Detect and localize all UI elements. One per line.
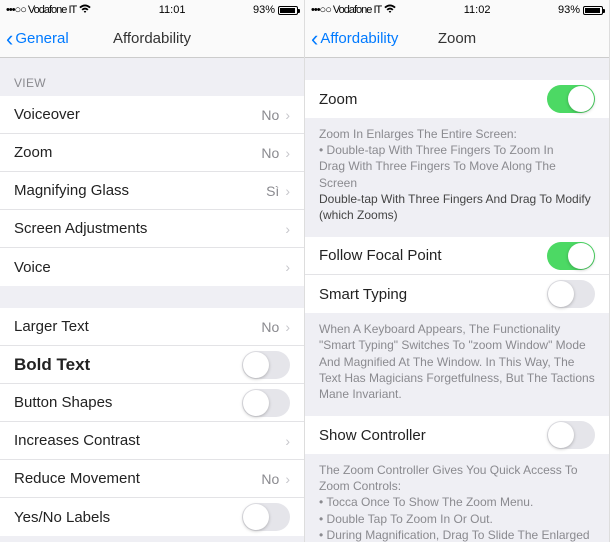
chevron-right-icon: ›: [285, 433, 290, 449]
back-label: Affordability: [320, 30, 398, 47]
chevron-right-icon: ›: [285, 145, 290, 161]
row-button-shapes[interactable]: Button Shapes: [0, 384, 304, 422]
row-increases-contrast[interactable]: Increases Contrast ›: [0, 422, 304, 460]
left-screen: •••○○ Vodafone IT 11:01 93% ‹ General Af…: [0, 0, 305, 542]
chevron-right-icon: ›: [285, 471, 290, 487]
smart-typing-help: When A Keyboard Appears, The Functionali…: [305, 313, 609, 416]
status-bar: •••○○ Vodafone IT 11:01 93%: [0, 0, 304, 20]
battery-pct: 93%: [253, 4, 275, 16]
status-time: 11:01: [91, 4, 253, 16]
row-voice[interactable]: Voice ›: [0, 248, 304, 286]
battery-icon: [278, 6, 298, 15]
battery-icon: [583, 6, 603, 15]
signal-dots: •••○○ Vodafone IT: [6, 4, 76, 16]
section-header-view: VIEW: [0, 58, 304, 96]
yes-no-labels-toggle[interactable]: [242, 503, 290, 531]
zoom-help-text: Zoom In Enlarges The Entire Screen: • Do…: [305, 118, 609, 237]
chevron-left-icon: ‹: [6, 28, 13, 50]
row-follow-focal-point[interactable]: Follow Focal Point: [305, 237, 609, 275]
settings-list[interactable]: VIEW Voiceover No › Zoom No › Magnifying…: [0, 58, 304, 542]
button-shapes-toggle[interactable]: [242, 389, 290, 417]
chevron-left-icon: ‹: [311, 28, 318, 50]
show-controller-toggle[interactable]: [547, 421, 595, 449]
back-label: General: [15, 30, 68, 47]
row-magnifying-glass[interactable]: Magnifying Glass Sì ›: [0, 172, 304, 210]
settings-list[interactable]: Zoom Zoom In Enlarges The Entire Screen:…: [305, 58, 609, 542]
controller-help-text: The Zoom Controller Gives You Quick Acce…: [305, 454, 609, 542]
row-zoom[interactable]: Zoom No ›: [0, 134, 304, 172]
signal-dots: •••○○ Vodafone IT: [311, 4, 381, 16]
wifi-icon: [79, 4, 91, 17]
smart-typing-toggle[interactable]: [547, 280, 595, 308]
chevron-right-icon: ›: [285, 221, 290, 237]
chevron-right-icon: ›: [285, 319, 290, 335]
nav-bar: ‹ Affordability Zoom: [305, 20, 609, 58]
right-screen: •••○○ Vodafone IT 11:02 93% ‹ Affordabil…: [305, 0, 610, 542]
row-zoom-toggle[interactable]: Zoom: [305, 80, 609, 118]
back-button[interactable]: ‹ General: [6, 28, 69, 50]
chevron-right-icon: ›: [285, 183, 290, 199]
bold-text-toggle[interactable]: [242, 351, 290, 379]
zoom-toggle[interactable]: [547, 85, 595, 113]
row-yes-no-labels[interactable]: Yes/No Labels: [0, 498, 304, 536]
row-smart-typing[interactable]: Smart Typing: [305, 275, 609, 313]
back-button[interactable]: ‹ Affordability: [311, 28, 398, 50]
chevron-right-icon: ›: [285, 107, 290, 123]
row-reduce-movement[interactable]: Reduce Movement No ›: [0, 460, 304, 498]
row-show-controller[interactable]: Show Controller: [305, 416, 609, 454]
wifi-icon: [384, 4, 396, 17]
status-bar: •••○○ Vodafone IT 11:02 93%: [305, 0, 609, 20]
row-screen-adjustments[interactable]: Screen Adjustments ›: [0, 210, 304, 248]
battery-pct: 93%: [558, 4, 580, 16]
nav-bar: ‹ General Affordability: [0, 20, 304, 58]
row-larger-text[interactable]: Larger Text No ›: [0, 308, 304, 346]
status-time: 11:02: [396, 4, 558, 16]
row-bold-text[interactable]: Bold Text: [0, 346, 304, 384]
row-voiceover[interactable]: Voiceover No ›: [0, 96, 304, 134]
follow-focal-toggle[interactable]: [547, 242, 595, 270]
chevron-right-icon: ›: [285, 259, 290, 275]
